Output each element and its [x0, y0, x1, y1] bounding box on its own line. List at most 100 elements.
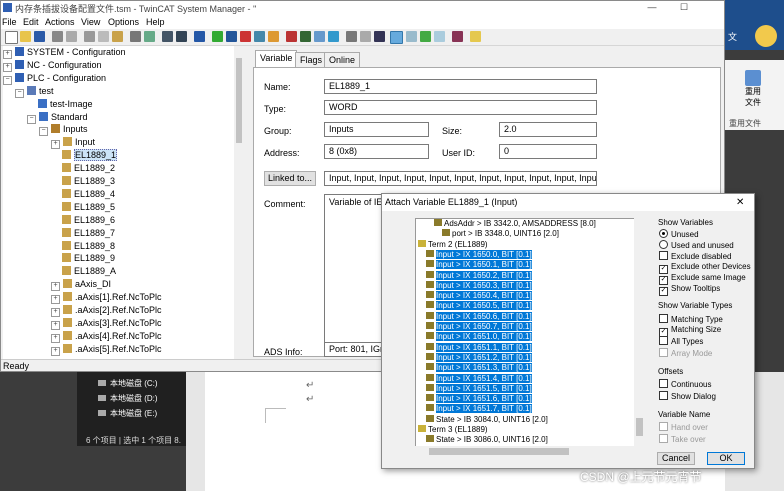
- hand-over-checkbox[interactable]: Hand over: [659, 422, 708, 433]
- tree-item[interactable]: test-Image: [38, 98, 93, 110]
- user-avatar[interactable]: [755, 25, 777, 47]
- tree-item[interactable]: EL1889_8: [62, 240, 115, 252]
- hscroll-thumb[interactable]: [429, 448, 569, 455]
- variable-tree-row[interactable]: Term 3 (EL1889): [418, 425, 488, 435]
- copy-icon[interactable]: [98, 31, 109, 42]
- variable-tree-row[interactable]: Term 2 (EL1889): [418, 239, 488, 250]
- menu-help[interactable]: Help: [146, 17, 165, 27]
- tree-item[interactable]: EL1889_5: [62, 201, 115, 213]
- tree-item[interactable]: EL1889_6: [62, 214, 115, 226]
- tab-flags[interactable]: Flags: [295, 52, 328, 67]
- collapse-icon[interactable]: −: [39, 127, 48, 137]
- expand-icon[interactable]: +: [51, 282, 60, 292]
- drive-c[interactable]: 本地磁盘 (C:): [98, 378, 158, 389]
- unused-radio[interactable]: Unused: [659, 229, 699, 240]
- tree-item[interactable]: + Input: [51, 136, 95, 150]
- used-and-unused-radio[interactable]: Used and unused: [659, 240, 734, 251]
- link-icon[interactable]: [390, 31, 403, 44]
- type-field[interactable]: WORD: [324, 100, 597, 115]
- find-next-icon[interactable]: [144, 31, 155, 42]
- menu-view[interactable]: View: [81, 17, 100, 27]
- grid-icon[interactable]: [360, 31, 371, 42]
- cancel-button[interactable]: Cancel: [657, 452, 695, 465]
- menu-options[interactable]: Options: [108, 17, 139, 27]
- exclude-disabled-checkbox[interactable]: Exclude disabled: [659, 251, 731, 262]
- variable-tree-row[interactable]: Input > IX 1650.1, BIT [0.1]: [426, 260, 532, 270]
- tree-item[interactable]: EL1889_1: [62, 149, 118, 162]
- show-dialog-checkbox[interactable]: Show Dialog: [659, 391, 716, 402]
- scan-icon[interactable]: [300, 31, 311, 42]
- address-field[interactable]: 8 (0x8): [324, 144, 429, 159]
- expand-icon[interactable]: +: [51, 295, 60, 305]
- drive-e[interactable]: 本地磁盘 (E:): [98, 408, 157, 419]
- size-field[interactable]: 2.0: [499, 122, 597, 137]
- variable-tree-row[interactable]: Input > IX 1650.6, BIT [0.1]: [426, 311, 532, 322]
- collapse-icon[interactable]: −: [15, 88, 24, 98]
- variable-tree-row[interactable]: Input > IX 1650.2, BIT [0.1]: [426, 270, 532, 281]
- show-tooltips-checkbox[interactable]: ✓ Show Tooltips: [659, 284, 720, 296]
- expand-icon[interactable]: +: [51, 308, 60, 317]
- variable-tree-row[interactable]: State > IB 3086.0, UINT16 [2.0]: [426, 435, 548, 445]
- variable-tree-row[interactable]: Input > IX 1651.6, BIT [0.1]: [426, 394, 532, 404]
- menu-edit[interactable]: Edit: [23, 17, 39, 27]
- variable-tree-row[interactable]: Input > IX 1650.0, BIT [0.1]: [426, 249, 532, 260]
- expand-icon[interactable]: +: [51, 346, 60, 356]
- tree-item[interactable]: EL1889_3: [62, 175, 115, 187]
- tree-item[interactable]: + .aAxis[3].Ref.NcToPlc: [51, 317, 162, 330]
- variable-tree-vscrollbar[interactable]: [634, 218, 645, 457]
- new-icon[interactable]: [5, 31, 18, 44]
- tab-online[interactable]: Online: [324, 52, 361, 67]
- name-field[interactable]: EL1889_1: [324, 79, 597, 94]
- tree-item[interactable]: EL1889_9: [62, 252, 115, 264]
- menu-actions[interactable]: Actions: [45, 17, 75, 27]
- goto-icon[interactable]: [406, 31, 417, 42]
- print-icon[interactable]: [52, 31, 63, 42]
- reuse-file-button[interactable]: 重用 文件: [733, 70, 773, 114]
- tree-item[interactable]: + .aAxis[4].Ref.NcToPlc: [51, 330, 162, 343]
- minimize-button[interactable]: —: [637, 1, 667, 15]
- group-field[interactable]: Inputs: [324, 122, 429, 137]
- tree-item[interactable]: − Standard: [27, 111, 88, 124]
- show-icon[interactable]: [346, 31, 357, 42]
- menu-file[interactable]: File: [2, 17, 17, 27]
- save-icon[interactable]: [34, 31, 45, 42]
- variable-tree-row[interactable]: AdsAddr > IB 3342.0, AMSADDRESS [8.0]: [434, 219, 596, 229]
- all-types-checkbox[interactable]: All Types: [659, 336, 703, 347]
- variable-tree-row[interactable]: Input > IX 1651.0, BIT [0.1]: [426, 332, 532, 342]
- variable-tree-row[interactable]: Input > IX 1650.3, BIT [0.1]: [426, 280, 532, 291]
- tree-item[interactable]: − Inputs: [39, 123, 88, 137]
- array-mode-checkbox[interactable]: Array Mode: [659, 348, 712, 359]
- toggle-icon[interactable]: [314, 31, 325, 42]
- variable-tree-row[interactable]: Input > IX 1651.5, BIT [0.1]: [426, 383, 532, 394]
- tree-item[interactable]: EL1889_4: [62, 188, 115, 200]
- tree-item[interactable]: + .aAxis[5].Ref.NcToPlc: [51, 343, 162, 356]
- expand-icon[interactable]: +: [51, 333, 60, 343]
- tree-item[interactable]: − test: [15, 85, 54, 98]
- tree-item[interactable]: EL1889_A: [62, 265, 116, 277]
- tree-item[interactable]: + .aAxis[1].Ref.NcToPlc: [51, 291, 162, 305]
- help-icon[interactable]: [470, 31, 481, 42]
- freerun-icon[interactable]: [268, 31, 279, 42]
- variable-tree-row[interactable]: Input > IX 1651.1, BIT [0.1]: [426, 342, 532, 353]
- watch-icon[interactable]: [434, 31, 445, 42]
- variable-tree-row[interactable]: Input > IX 1650.5, BIT [0.1]: [426, 301, 532, 311]
- tree-scroll-thumb[interactable]: [236, 58, 242, 143]
- expand-icon[interactable]: +: [3, 62, 12, 72]
- tree-item[interactable]: EL1889_2: [62, 162, 115, 174]
- preview-icon[interactable]: [66, 31, 77, 42]
- cut-icon[interactable]: [84, 31, 95, 42]
- tree-item[interactable]: + NC - Configuration: [3, 59, 102, 72]
- check-icon[interactable]: [212, 31, 223, 42]
- take-over-checkbox[interactable]: Take over: [659, 434, 706, 445]
- tree-item[interactable]: − PLC - Configuration: [3, 72, 106, 85]
- drive-d[interactable]: 本地磁盘 (D:): [98, 393, 158, 404]
- variable-tree-hscrollbar[interactable]: [415, 446, 634, 457]
- maximize-button[interactable]: ☐: [669, 1, 699, 15]
- continuous-checkbox[interactable]: Continuous: [659, 379, 711, 390]
- stop-icon[interactable]: [286, 31, 297, 42]
- variable-tree-row[interactable]: Input > IX 1651.7, BIT [0.1]: [426, 404, 532, 414]
- insert-icon[interactable]: [162, 31, 173, 42]
- monitor-icon[interactable]: [194, 31, 205, 42]
- tree-item[interactable]: + .aAxis[2].Ref.NcToPlc: [51, 304, 162, 317]
- book-icon[interactable]: [452, 31, 463, 42]
